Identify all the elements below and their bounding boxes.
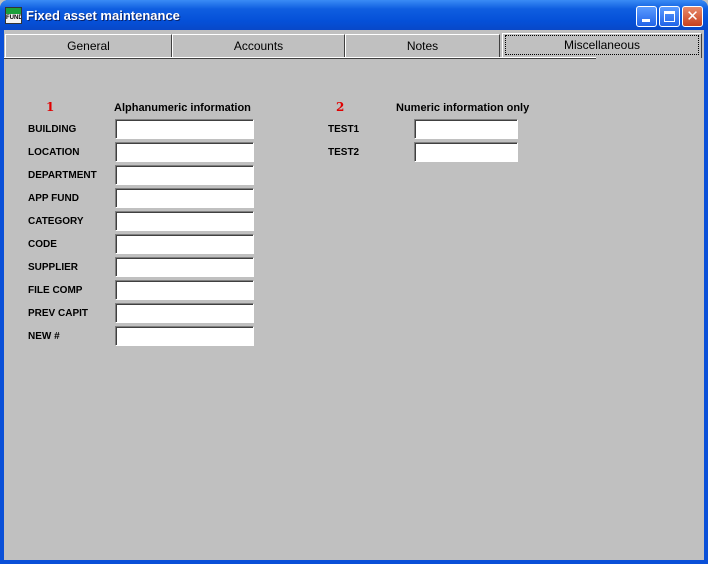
tab-general[interactable]: General [5, 34, 172, 58]
maximize-icon [664, 11, 675, 22]
field-label-department: DEPARTMENT [28, 170, 97, 181]
group1-title: Alphanumeric information [114, 102, 251, 114]
field-label-new-number: NEW # [28, 331, 60, 342]
supplier-input[interactable] [115, 257, 254, 277]
tab-notes[interactable]: Notes [345, 34, 500, 58]
field-label-code: CODE [28, 239, 57, 250]
field-label-test2: TEST2 [328, 147, 360, 158]
minimize-button[interactable] [636, 6, 657, 27]
tab-miscellaneous-label: Miscellaneous [505, 35, 699, 55]
field-label-test1: TEST1 [328, 124, 360, 135]
building-input[interactable] [115, 119, 254, 139]
location-input[interactable] [115, 142, 254, 162]
group2-number: 2 [336, 100, 345, 114]
tab-accounts[interactable]: Accounts [172, 34, 345, 58]
tab-accounts-label: Accounts [233, 39, 284, 53]
field-label-category: CATEGORY [28, 216, 84, 227]
tab-miscellaneous[interactable]: Miscellaneous [502, 33, 702, 58]
tab-general-label: General [67, 39, 110, 53]
field-label-supplier: SUPPLIER [28, 262, 79, 273]
field-label-building: BUILDING [28, 124, 77, 135]
app-icon-text: FUND [6, 15, 22, 21]
category-input[interactable] [115, 211, 254, 231]
group1-number: 1 [46, 100, 55, 114]
group2-title: Numeric information only [396, 102, 530, 114]
field-label-prev-capit: PREV CAPIT [28, 308, 89, 319]
app-fund-input[interactable] [115, 188, 254, 208]
prev-capit-input[interactable] [115, 303, 254, 323]
tab-divider-dark [4, 58, 596, 59]
test1-input[interactable] [414, 119, 518, 139]
tab-notes-label: Notes [406, 39, 439, 53]
code-input[interactable] [115, 234, 254, 254]
window-title: Fixed asset maintenance [26, 8, 180, 23]
app-window: FUND Fixed asset maintenance ✕ General A… [0, 0, 708, 564]
close-button[interactable]: ✕ [682, 6, 703, 27]
field-label-file-comp: FILE COMP [28, 285, 83, 296]
department-input[interactable] [115, 165, 254, 185]
test2-input[interactable] [414, 142, 518, 162]
close-icon: ✕ [686, 7, 699, 25]
maximize-button[interactable] [659, 6, 680, 27]
miscellaneous-panel: 1 Alphanumeric information BUILDING LOCA… [4, 60, 704, 560]
field-label-app-fund: APP FUND [28, 193, 79, 204]
window-client-area: General Accounts Notes Miscellaneous 1 A… [4, 30, 704, 560]
app-icon[interactable]: FUND [5, 7, 22, 24]
minimize-icon [642, 19, 650, 22]
new-number-input[interactable] [115, 326, 254, 346]
field-label-location: LOCATION [28, 147, 80, 158]
tab-strip: General Accounts Notes Miscellaneous [4, 30, 704, 60]
title-bar[interactable]: FUND Fixed asset maintenance ✕ [0, 0, 708, 30]
file-comp-input[interactable] [115, 280, 254, 300]
